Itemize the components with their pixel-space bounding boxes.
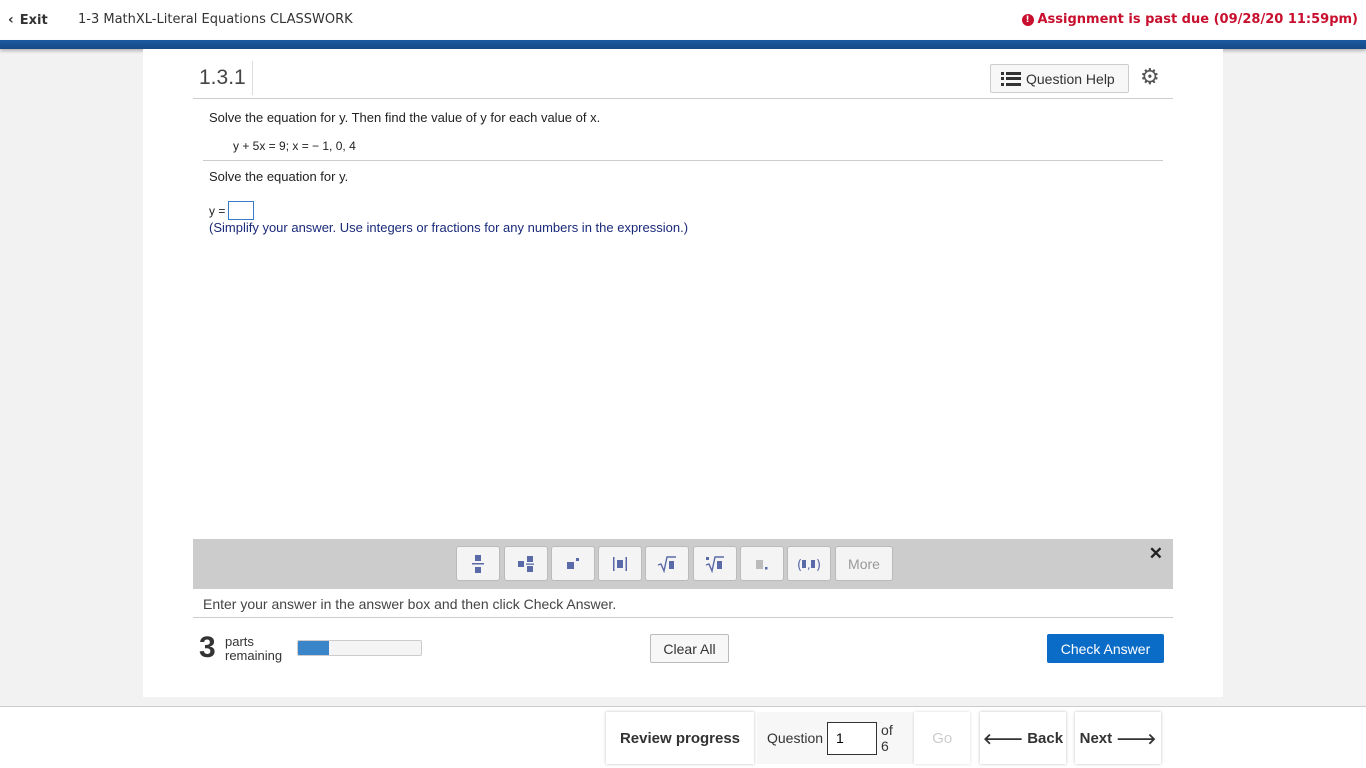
divider: [193, 98, 1173, 99]
bottom-nav: Review progress Question of 6 Go 🡐 Back …: [0, 706, 1366, 768]
answer-hint: (Simplify your answer. Use integers or f…: [209, 220, 689, 235]
question-equation: y + 5x = 9; x = − 1, 0, 4: [233, 139, 356, 153]
parts-progress-bar: [297, 640, 422, 656]
enter-answer-note: Enter your answer in the answer box and …: [203, 596, 617, 612]
exit-label: Exit: [19, 12, 48, 28]
chevron-left-icon: ‹: [8, 12, 14, 28]
exit-link[interactable]: ‹ Exit: [8, 12, 48, 28]
question-help-label: Question Help: [1026, 70, 1115, 87]
parts-remaining-count: 3: [199, 631, 216, 664]
arrow-right-icon: 🡒: [1116, 730, 1157, 748]
question-instruction: Solve the equation for y. Then find the …: [209, 110, 601, 125]
decimal-button[interactable]: [740, 546, 784, 581]
svg-text:): ): [816, 558, 821, 573]
nth-root-button[interactable]: [693, 546, 737, 581]
close-icon[interactable]: ✕: [1149, 544, 1163, 564]
ordered-pair-icon: (,): [797, 558, 821, 573]
parts-label-line2: remaining: [225, 648, 283, 663]
go-button[interactable]: Go: [914, 712, 970, 764]
check-answer-button[interactable]: Check Answer: [1047, 634, 1164, 663]
square-root-button[interactable]: [645, 546, 689, 581]
list-icon: [1001, 71, 1021, 86]
back-button[interactable]: 🡐 Back: [980, 712, 1066, 764]
math-palette: (,) More ✕: [193, 539, 1173, 589]
next-button[interactable]: Next 🡒: [1075, 712, 1161, 764]
arrow-left-icon: 🡐: [982, 730, 1024, 748]
fraction-button[interactable]: [456, 546, 500, 581]
assignment-title: 1-3 MathXL-Literal Equations CLASSWORK: [78, 12, 353, 27]
divider: [193, 617, 1173, 618]
header-bar: [0, 40, 1366, 49]
answer-row: y =: [209, 201, 255, 220]
review-progress-button[interactable]: Review progress: [606, 712, 754, 764]
part-prompt: Solve the equation for y.: [209, 169, 349, 184]
decimal-icon: [756, 559, 768, 569]
exponent-icon: [567, 557, 579, 569]
question-total: of 6: [881, 722, 893, 754]
clear-all-button[interactable]: Clear All: [650, 634, 729, 663]
answer-input[interactable]: [228, 201, 255, 220]
progress-fill: [298, 641, 329, 655]
divider: [203, 160, 1163, 161]
question-panel: 1.3.1 Question Help ⚙ Solve the equation…: [143, 49, 1223, 697]
past-due-text: Assignment is past due (09/28/20 11:59pm…: [1037, 12, 1359, 27]
mixed-number-icon: [518, 555, 534, 572]
past-due-notice: ! Assignment is past due (09/28/20 11:59…: [1021, 12, 1359, 27]
answer-prefix: y =: [209, 203, 226, 218]
more-button[interactable]: More: [835, 546, 893, 581]
exponent-button[interactable]: [551, 546, 595, 581]
divider: [252, 61, 253, 95]
question-help-button[interactable]: Question Help: [990, 64, 1129, 93]
svg-text:(: (: [797, 558, 802, 573]
alert-icon: !: [1021, 13, 1034, 26]
question-jump: Question of 6 Go: [757, 712, 970, 764]
next-label: Next: [1079, 729, 1113, 747]
square-root-icon: [657, 555, 676, 573]
question-label: Question: [767, 730, 824, 746]
question-number-input[interactable]: [827, 721, 878, 755]
fraction-icon: [472, 554, 484, 573]
back-label: Back: [1027, 729, 1064, 747]
parts-remaining-label: parts remaining: [225, 635, 282, 663]
parts-label-line1: parts: [225, 634, 254, 649]
gear-icon[interactable]: ⚙: [1140, 66, 1162, 88]
top-header: ‹ Exit 1-3 MathXL-Literal Equations CLAS…: [0, 0, 1366, 40]
mixed-number-button[interactable]: [504, 546, 548, 581]
absolute-value-button[interactable]: [598, 546, 642, 581]
svg-text:,: ,: [807, 559, 811, 572]
absolute-value-icon: [613, 556, 627, 571]
nth-root-icon: [705, 555, 724, 573]
question-number: 1.3.1: [199, 66, 246, 89]
ordered-pair-button[interactable]: (,): [787, 546, 831, 581]
